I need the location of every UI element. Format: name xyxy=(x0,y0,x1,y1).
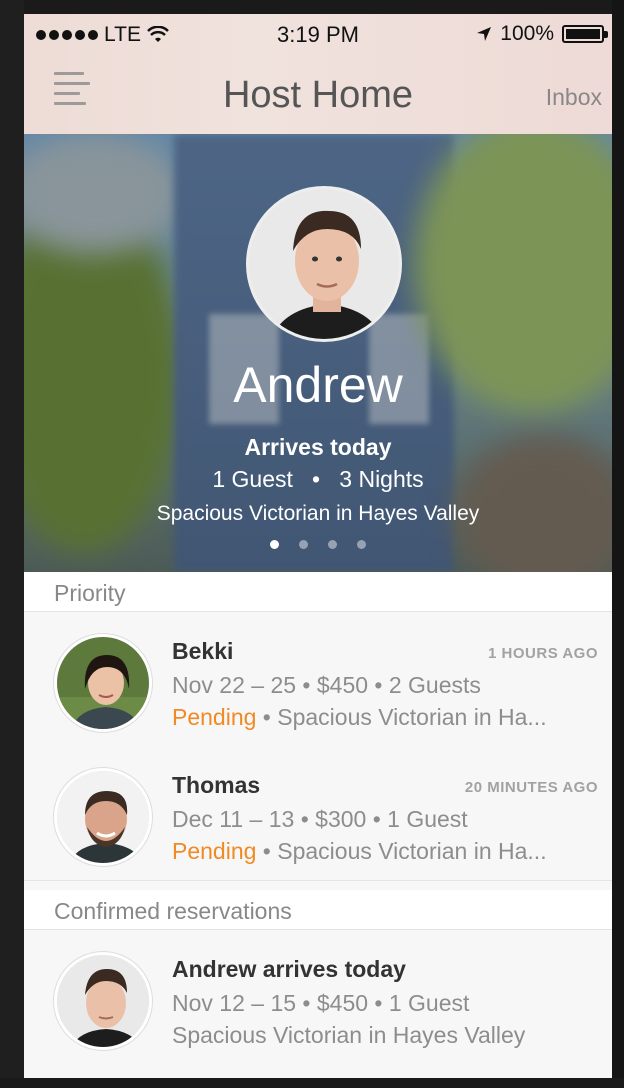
status-bar: LTE 3:19 PM 100% xyxy=(24,14,612,54)
separator-dot: • xyxy=(312,466,321,492)
listing-name: • Spacious Victorian in Ha... xyxy=(256,704,547,730)
reservation-details: Nov 22 – 25 • $450 • 2 Guests xyxy=(172,672,481,698)
guest-name: Andrew xyxy=(233,357,403,413)
status-badge: Pending xyxy=(172,838,257,864)
request-time: 20 MINUTES AGO xyxy=(464,779,598,796)
device-frame-left xyxy=(0,0,24,1088)
section-header-confirmed: Confirmed reservations xyxy=(24,890,612,930)
status-badge: Pending xyxy=(172,704,257,730)
status-right: 100% xyxy=(476,22,608,46)
arrival-status: Arrives today xyxy=(244,434,392,460)
inbox-link[interactable]: Inbox xyxy=(546,84,602,111)
location-arrow-icon xyxy=(477,27,492,41)
reservation-details: Dec 11 – 13 • $300 • 1 Guest xyxy=(172,806,468,832)
listing-name: Spacious Victorian in Hayes Valley xyxy=(156,502,480,525)
page-indicator[interactable] xyxy=(24,540,612,549)
battery-icon xyxy=(562,25,608,43)
confirmed-reservation-row[interactable]: Andrew arrives today Nov 12 – 15 • $450 … xyxy=(24,930,612,1064)
page-title: Host Home xyxy=(222,74,414,116)
avatar xyxy=(54,768,152,866)
stay-summary: 1 Guest • 3 Nights xyxy=(24,466,612,493)
page-dot[interactable] xyxy=(299,540,308,549)
page-dot[interactable] xyxy=(270,540,279,549)
reservation-request-row[interactable]: Thomas 20 MINUTES AGO Dec 11 – 13 • $300… xyxy=(24,746,612,880)
nights-count: 3 Nights xyxy=(339,466,424,492)
battery-percent: 100% xyxy=(500,22,554,45)
section-header-priority: Priority xyxy=(24,572,612,612)
avatar xyxy=(54,952,152,1050)
status-line: Pending • Spacious Victorian in Ha... xyxy=(172,704,547,731)
page-dot[interactable] xyxy=(328,540,337,549)
device-frame-bottom xyxy=(0,1078,624,1088)
device-frame-right xyxy=(612,0,624,1088)
status-line: Pending • Spacious Victorian in Ha... xyxy=(172,838,547,865)
listing-name: Spacious Victorian in Hayes Valley xyxy=(172,1022,526,1048)
guest-count: 1 Guest xyxy=(212,466,293,492)
device-frame-top xyxy=(0,0,624,14)
guest-name: Bekki xyxy=(172,638,234,664)
guest-avatar[interactable] xyxy=(246,186,402,342)
guest-name: Andrew arrives today xyxy=(172,956,406,982)
nav-bar: Host Home Inbox xyxy=(24,54,612,134)
header: LTE 3:19 PM 100% Host Home Inbox xyxy=(24,14,612,134)
reservation-request-row[interactable]: Bekki 1 HOURS AGO Nov 22 – 25 • $450 • 2… xyxy=(24,612,612,746)
avatar xyxy=(54,634,152,732)
featured-guest-card[interactable]: Andrew Arrives today 1 Guest • 3 Nights … xyxy=(24,134,612,572)
app-screen: LTE 3:19 PM 100% Host Home Inbox Andrew … xyxy=(24,14,612,1078)
guest-name: Thomas xyxy=(172,772,261,798)
request-time: 1 HOURS AGO xyxy=(488,645,598,662)
page-dot[interactable] xyxy=(357,540,366,549)
reservation-details: Nov 12 – 15 • $450 • 1 Guest xyxy=(172,990,470,1016)
divider xyxy=(24,880,612,881)
listing-name: • Spacious Victorian in Ha... xyxy=(256,838,547,864)
